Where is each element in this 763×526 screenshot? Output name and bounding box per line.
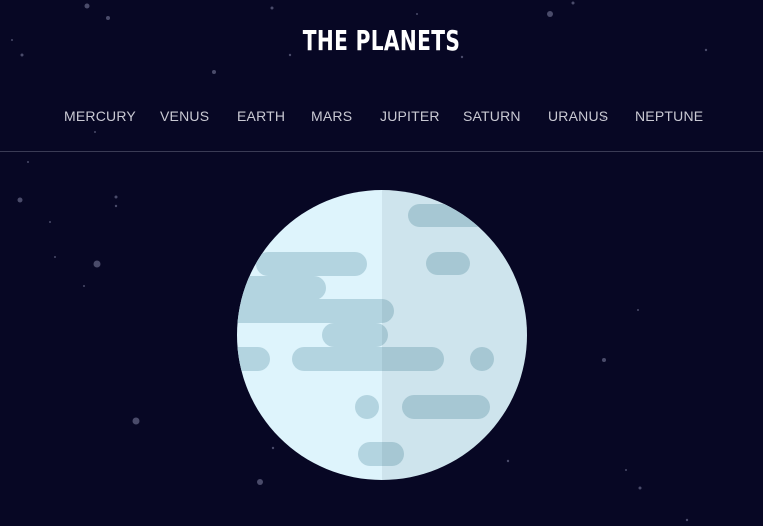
nav-item-neptune[interactable]: NEPTUNE (635, 108, 703, 124)
nav-item-mercury[interactable]: MERCURY (64, 108, 136, 124)
planet-nav: MERCURY VENUS EARTH MARS JUPITER SATURN … (0, 108, 763, 130)
nav-item-saturn[interactable]: SATURN (463, 108, 521, 124)
header-divider (0, 151, 763, 152)
planet-illustration (236, 189, 528, 481)
nav-item-uranus[interactable]: URANUS (548, 108, 608, 124)
nav-item-earth[interactable]: EARTH (237, 108, 285, 124)
nav-item-jupiter[interactable]: JUPITER (380, 108, 440, 124)
nav-item-venus[interactable]: VENUS (160, 108, 209, 124)
planet-uranus-icon (237, 190, 527, 480)
site-header: THE PLANETS MERCURY VENUS EARTH MARS JUP… (0, 0, 763, 152)
nav-item-mars[interactable]: MARS (311, 108, 352, 124)
app-page: THE PLANETS MERCURY VENUS EARTH MARS JUP… (0, 0, 763, 526)
page-title: THE PLANETS (302, 24, 461, 57)
